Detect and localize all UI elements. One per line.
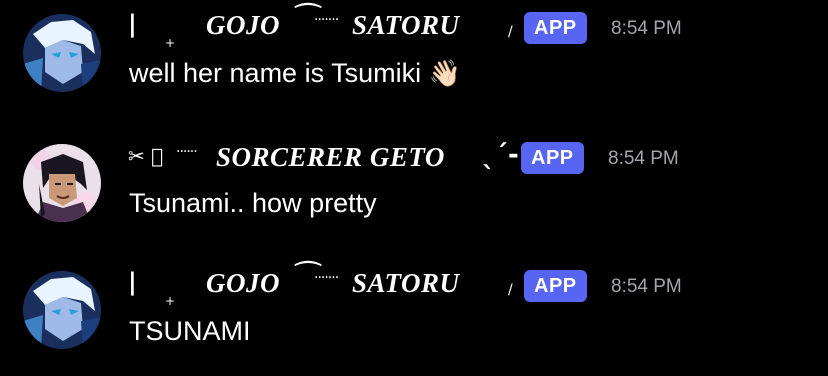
app-badge: APP	[521, 142, 584, 174]
username[interactable]: SATORU	[352, 10, 460, 41]
message-text: well her name is Tsumiki	[129, 58, 422, 88]
name-decoration: |	[128, 10, 137, 38]
name-decoration: ·······	[314, 270, 339, 286]
timestamp[interactable]: 8:54 PM	[611, 18, 682, 40]
waving-hand-icon: 👋🏻	[428, 59, 461, 89]
name-decoration: ✂ ⃝	[128, 144, 164, 168]
message-text: TSUNAMI	[129, 316, 251, 346]
username[interactable]: GOJO	[206, 268, 280, 299]
name-decoration: /	[508, 24, 513, 40]
timestamp[interactable]: 8:54 PM	[608, 148, 679, 170]
name-decoration: |	[128, 268, 137, 296]
message-content: TSUNAMI	[129, 316, 251, 347]
app-badge: APP	[524, 270, 587, 302]
message-text: Tsunami.. how pretty	[129, 188, 377, 218]
name-decoration: ·······	[314, 12, 339, 28]
message-content: Tsunami.. how pretty	[129, 188, 377, 219]
username[interactable]: SATORU	[352, 268, 460, 299]
name-decoration: +	[165, 294, 176, 308]
username[interactable]: GOJO	[206, 10, 280, 41]
message-content: well her name is Tsumiki 👋🏻	[129, 58, 461, 89]
timestamp[interactable]: 8:54 PM	[611, 276, 682, 298]
username[interactable]: SORCERER GETO	[216, 142, 445, 173]
name-decoration: ······	[176, 144, 198, 160]
name-decoration: /	[508, 282, 513, 298]
app-badge: APP	[524, 12, 587, 44]
name-decoration: +	[165, 36, 176, 50]
name-decoration: ˎˊ-	[482, 140, 519, 170]
